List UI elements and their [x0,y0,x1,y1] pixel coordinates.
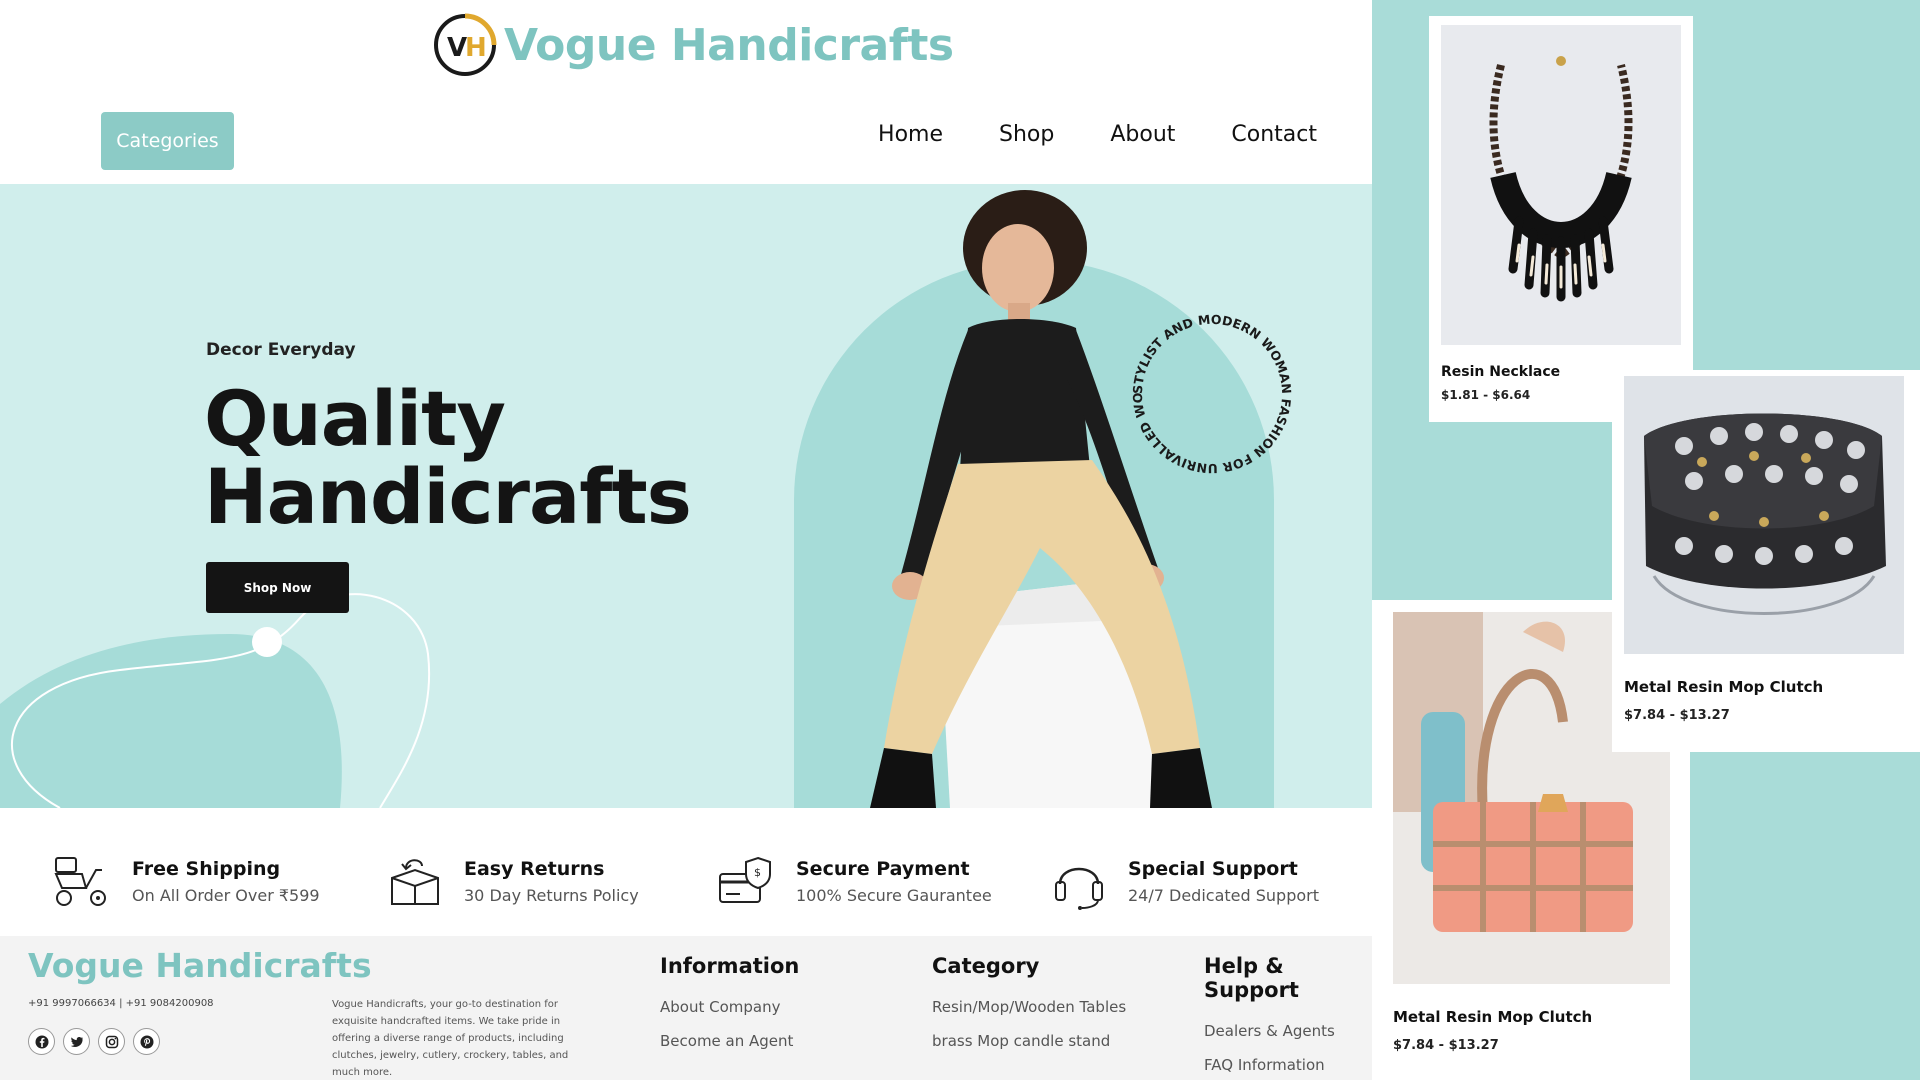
feature-special-support: Special Support 24/7 Dedicated Support [1048,854,1319,910]
brand-logo[interactable]: V H Vogue Handicrafts [432,12,954,78]
footer-col-help-support: Help & Support Dealers & Agents FAQ Info… [1204,954,1372,1080]
hero-title: Quality Handicrafts [204,380,692,536]
hero-ring-text: STYLIST AND MODERN WOMAN FASHION FOR UNR… [1122,304,1294,476]
social-links [28,1028,160,1055]
features-bar: Free Shipping On All Order Over ₹599 Eas… [0,808,1372,936]
nav-shop[interactable]: Shop [999,122,1054,147]
feature-subtitle: 100% Secure Gaurantee [796,886,992,905]
feature-free-shipping: Free Shipping On All Order Over ₹599 [52,854,320,910]
product-image-studded-clutch[interactable] [1624,376,1904,654]
vh-logo-icon: V H [434,13,497,76]
feature-easy-returns: Easy Returns 30 Day Returns Policy [384,854,639,910]
return-box-icon [391,859,439,905]
shop-now-button[interactable]: Shop Now [206,562,349,613]
footer-link-dealers[interactable]: Dealers & Agents [1204,1022,1372,1040]
instagram-icon[interactable] [98,1028,125,1055]
ring-text: STYLIST AND MODERN WOMAN FASHION FOR UNR… [1122,304,1294,476]
feature-title: Special Support [1128,858,1298,880]
product-price: $7.84 - $13.27 [1393,1038,1499,1053]
main-nav: Home Shop About Contact [878,122,1317,147]
website-main: V H Vogue Handicrafts Categories Home Sh… [0,0,1372,1080]
product-card[interactable]: Metal Resin Mop Clutch $7.84 - $13.27 [1612,370,1920,752]
footer-about-text: Vogue Handicrafts, your go-to destinatio… [332,999,569,1078]
product-image-necklace[interactable] [1441,25,1681,345]
footer-col-title: Category [932,954,1040,978]
feature-secure-payment: $ Secure Payment 100% Secure Gaurantee [716,854,992,910]
hero-model-image [870,190,1212,808]
headset-icon [1055,867,1103,910]
feature-title: Free Shipping [132,858,281,880]
hero-title-line2: Handicrafts [204,452,692,541]
nav-home[interactable]: Home [878,122,943,147]
footer-col-category: Category Resin/Mop/Wooden Tables brass M… [932,954,1126,1066]
svg-text:STYLIST AND MODERN WOMAN FASHI: STYLIST AND MODERN WOMAN FASHION FOR UNR… [1122,304,1294,476]
nav-contact[interactable]: Contact [1231,122,1317,147]
brand-name: Vogue Handicrafts [504,19,954,71]
delivery-scooter-icon [54,857,106,906]
hero-banner: Decor Everyday Quality Handicrafts Shop … [0,184,1372,808]
product-name[interactable]: Metal Resin Mop Clutch [1624,678,1823,696]
footer-col-title: Information [660,954,800,978]
footer-link-tables[interactable]: Resin/Mop/Wooden Tables [932,998,1126,1016]
feature-title: Easy Returns [464,858,605,880]
categories-button[interactable]: Categories [101,112,234,170]
footer-col-information: Information About Company Become an Agen… [660,954,799,1066]
footer-link-about-company[interactable]: About Company [660,998,799,1016]
product-card[interactable]: Resin Necklace $1.81 - $6.64 [1429,16,1693,422]
necklace-image [1489,56,1633,302]
footer-col-title: Help & Support [1204,954,1299,1002]
footer-phones: +91 9997066634 | +91 9084200908 [28,998,214,1009]
pinterest-icon[interactable] [133,1028,160,1055]
nav-about[interactable]: About [1110,122,1175,147]
product-price: $1.81 - $6.64 [1441,388,1531,402]
hero-title-line1: Quality [204,374,506,463]
feature-subtitle: 30 Day Returns Policy [464,886,639,905]
footer-logo[interactable]: Vogue Handicrafts [28,946,372,985]
product-name[interactable]: Resin Necklace [1441,364,1560,380]
facebook-icon[interactable] [28,1028,55,1055]
secure-card-icon: $ [719,856,771,903]
feature-title: Secure Payment [796,858,970,880]
product-price: $7.84 - $13.27 [1624,708,1730,723]
twitter-icon[interactable] [63,1028,90,1055]
footer-link-candle-stand[interactable]: brass Mop candle stand [932,1032,1126,1050]
studded-clutch-image [1644,413,1886,615]
feature-subtitle: 24/7 Dedicated Support [1128,886,1319,905]
footer-link-faq[interactable]: FAQ Information [1204,1056,1372,1074]
svg-text:$: $ [754,866,761,879]
feature-subtitle: On All Order Over ₹599 [132,886,320,905]
product-collage: Resin Necklace $1.81 - $6.64 Metal Resin… [1372,0,1920,1080]
hero-kicker: Decor Everyday [206,340,356,360]
product-name[interactable]: Metal Resin Mop Clutch [1393,1008,1592,1026]
site-footer: Vogue Handicrafts +91 9997066634 | +91 9… [0,936,1372,1080]
svg-text:H: H [465,33,487,63]
footer-link-become-agent[interactable]: Become an Agent [660,1032,799,1050]
